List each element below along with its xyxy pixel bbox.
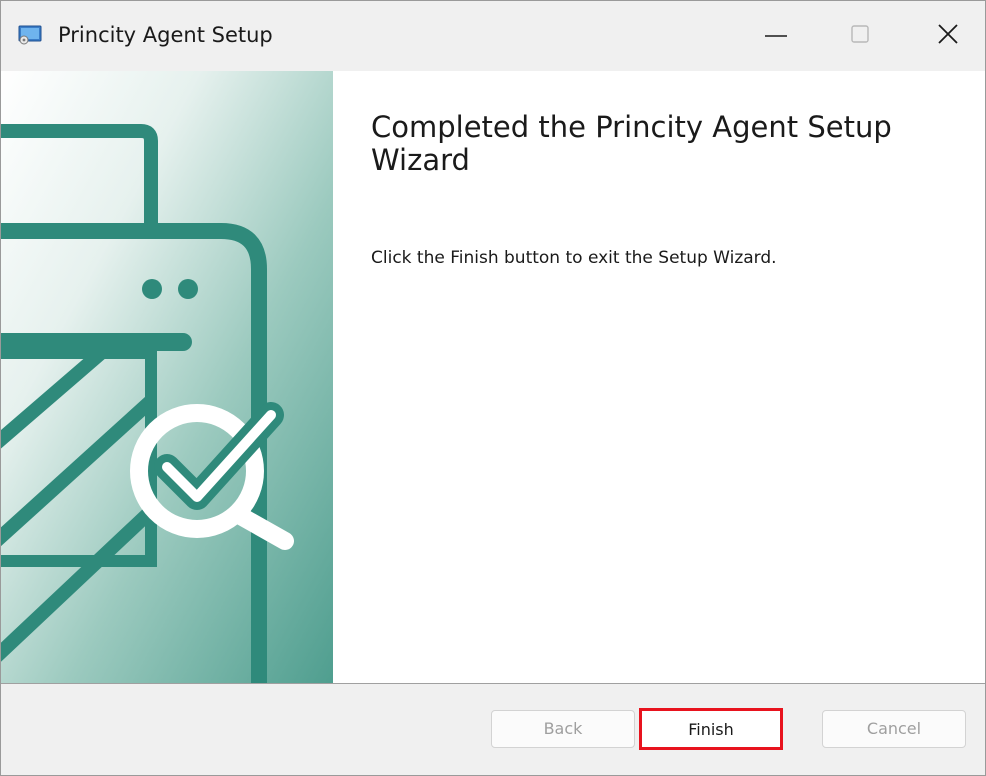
close-button[interactable] [915, 1, 981, 67]
wizard-description: Click the Finish button to exit the Setu… [371, 248, 777, 268]
maximize-button[interactable] [827, 1, 893, 67]
wizard-banner [1, 71, 333, 683]
title-bar[interactable]: Princity Agent Setup [1, 1, 985, 71]
minimize-button[interactable] [743, 1, 809, 67]
setup-window: Princity Agent Setup Completed the Princ… [0, 0, 986, 776]
finish-button[interactable]: Finish [639, 708, 783, 750]
minimize-icon [765, 35, 787, 37]
wizard-heading: Completed the Princity Agent Setup Wizar… [371, 110, 892, 177]
close-icon [938, 24, 958, 44]
wizard-footer: Back Finish Cancel [1, 684, 985, 775]
wizard-content: Completed the Princity Agent Setup Wizar… [1, 71, 985, 683]
printer-check-magnifier-illustration [1, 71, 333, 683]
installer-app-icon [18, 25, 42, 45]
back-button[interactable]: Back [491, 710, 635, 748]
cancel-button[interactable]: Cancel [822, 710, 966, 748]
window-title: Princity Agent Setup [58, 23, 273, 47]
maximize-icon [851, 25, 869, 43]
